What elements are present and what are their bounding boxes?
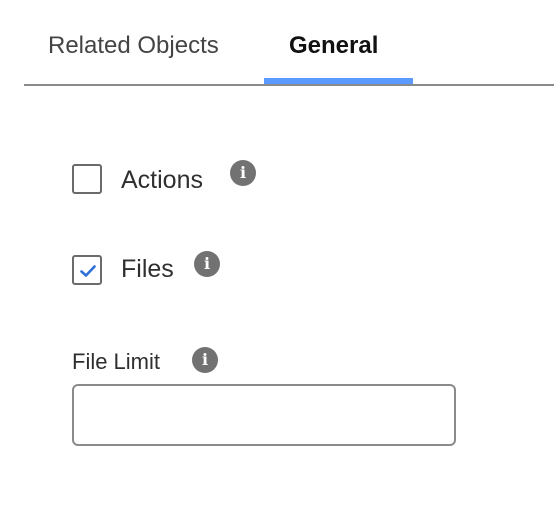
- files-label: Files: [121, 255, 174, 283]
- active-tab-indicator: [264, 78, 413, 84]
- info-icon[interactable]: i: [192, 347, 218, 373]
- info-icon[interactable]: i: [230, 160, 256, 186]
- info-icon[interactable]: i: [194, 251, 220, 277]
- files-checkbox[interactable]: [72, 255, 102, 285]
- actions-label: Actions: [121, 166, 203, 194]
- checkmark-icon: [80, 265, 96, 277]
- tab-general[interactable]: General: [289, 30, 378, 62]
- tab-bar: Related Objects General: [24, 0, 554, 86]
- file-limit-input[interactable]: [72, 384, 456, 446]
- file-limit-label: File Limit: [72, 349, 161, 374]
- actions-checkbox[interactable]: [72, 164, 102, 194]
- tab-related-objects[interactable]: Related Objects: [48, 30, 219, 62]
